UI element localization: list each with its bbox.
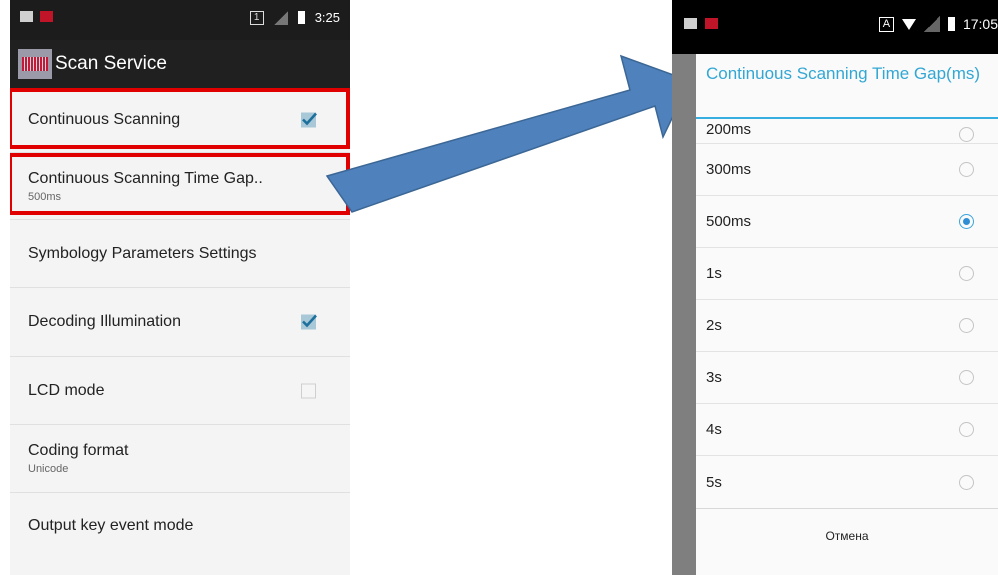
option-label: 1s	[706, 265, 722, 282]
battery-icon	[947, 17, 955, 31]
option-label: 2s	[706, 317, 722, 334]
wifi-icon	[901, 18, 916, 30]
option-label: 500ms	[706, 213, 752, 230]
option-label: 4s	[706, 421, 722, 438]
radio-button[interactable]	[959, 162, 974, 177]
input-method-icon: A	[878, 16, 894, 32]
option-label: 5s	[706, 473, 722, 491]
radio-button[interactable]	[959, 127, 974, 142]
option-label: 200ms	[706, 121, 752, 138]
option-1s[interactable]: 1s	[696, 248, 998, 300]
option-200ms[interactable]: 200ms	[696, 119, 998, 144]
option-500ms[interactable]: 500ms	[696, 196, 998, 248]
time-gap-dialog: Continuous Scanning Time Gap(ms) 200ms 3…	[696, 54, 998, 575]
option-4s[interactable]: 4s	[696, 404, 998, 456]
option-3s[interactable]: 3s	[696, 352, 998, 404]
dialog-title: Continuous Scanning Time Gap(ms)	[696, 54, 998, 119]
option-2s[interactable]: 2s	[696, 300, 998, 352]
clock: 17:05	[962, 16, 998, 32]
radio-button[interactable]	[959, 318, 974, 333]
app-notification-icon	[705, 18, 718, 29]
right-phone-screen: A 17:05 Continuous Scanning Time Gap(ms)…	[672, 0, 998, 575]
radio-button[interactable]	[959, 370, 974, 385]
radio-button[interactable]	[959, 266, 974, 281]
option-label: 300ms	[706, 161, 752, 178]
radio-button[interactable]	[959, 474, 974, 490]
radio-button-selected[interactable]	[959, 214, 974, 229]
radio-button[interactable]	[959, 422, 974, 437]
option-300ms[interactable]: 300ms	[696, 144, 998, 196]
cancel-button[interactable]: Отмена	[696, 508, 998, 563]
status-bar: A 17:05	[672, 0, 998, 54]
cancel-label: Отмена	[825, 529, 869, 543]
system-icons: A 17:05	[878, 16, 998, 32]
notification-icons	[684, 18, 718, 29]
screenshot-notification-icon	[684, 18, 697, 29]
option-5s[interactable]: 5s	[696, 456, 998, 508]
option-label: 3s	[706, 369, 722, 386]
signal-off-icon	[923, 16, 940, 32]
